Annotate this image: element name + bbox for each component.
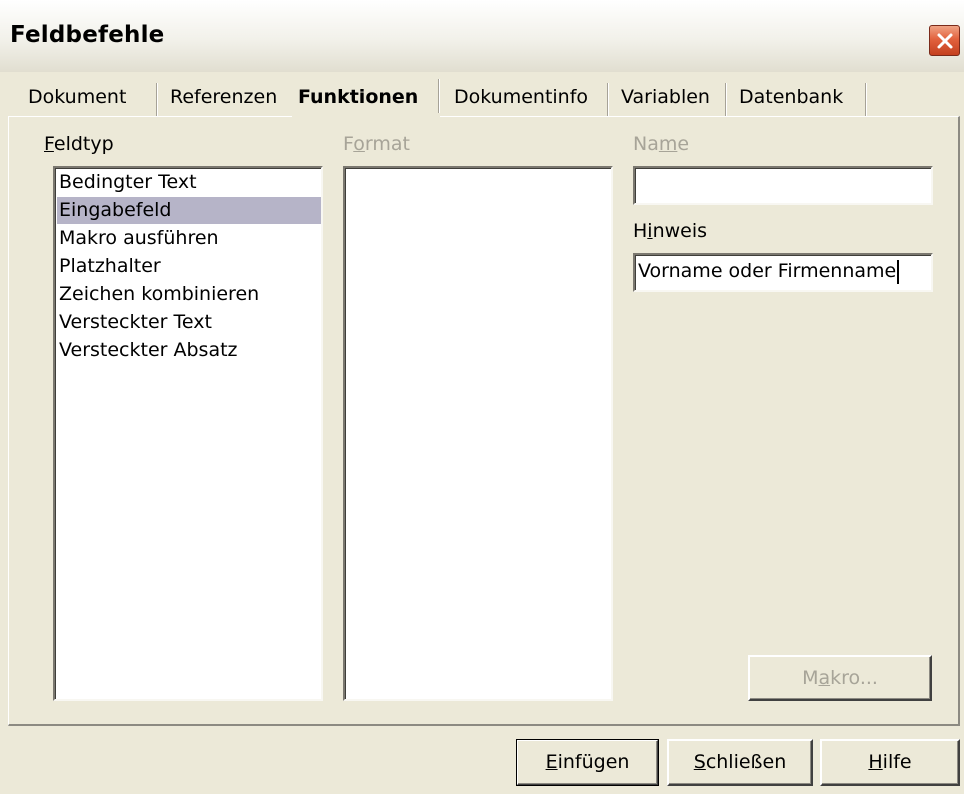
list-item[interactable]: Versteckter Absatz	[57, 337, 321, 364]
format-label: Format	[343, 133, 410, 155]
format-listbox[interactable]	[343, 166, 613, 701]
list-item[interactable]: Eingabefeld	[57, 197, 321, 224]
hinweis-value: Vorname oder Firmenname	[638, 260, 897, 282]
title-bar[interactable]: Feldbefehle	[0, 0, 964, 72]
makro-button[interactable]: Makro...	[748, 655, 932, 701]
tab-label: Referenzen	[170, 86, 278, 108]
list-item[interactable]: Versteckter Text	[57, 309, 321, 336]
tab-label: Variablen	[621, 86, 710, 108]
tab-dokument[interactable]: Dokument	[18, 77, 158, 117]
hinweis-field[interactable]: Vorname oder Firmenname	[633, 253, 933, 292]
tab-dokumentinfo[interactable]: Dokumentinfo	[440, 77, 609, 117]
name-field[interactable]	[633, 166, 933, 205]
text-caret	[897, 259, 900, 284]
feldtyp-listbox[interactable]: Bedingter Text Eingabefeld Makro ausführ…	[53, 166, 323, 701]
tab-referenzen[interactable]: Referenzen	[158, 77, 292, 117]
name-label: Name	[633, 133, 690, 155]
close-icon	[935, 31, 955, 51]
tab-label: Datenbank	[739, 86, 844, 108]
feldtyp-label: Feldtyp	[44, 133, 114, 155]
close-dialog-button[interactable]: Schließen	[667, 739, 813, 786]
close-button[interactable]	[929, 25, 960, 56]
dialog-title: Feldbefehle	[10, 22, 165, 48]
hinweis-label: Hinweis	[633, 220, 708, 242]
tab-variablen[interactable]: Variablen	[609, 77, 727, 117]
list-item[interactable]: Zeichen kombinieren	[57, 281, 321, 308]
tab-datenbank[interactable]: Datenbank	[727, 77, 867, 117]
list-item[interactable]: Makro ausführen	[57, 225, 321, 252]
list-item[interactable]: Bedingter Text	[57, 169, 321, 196]
tab-funktionen[interactable]: Funktionen	[292, 73, 440, 119]
help-button[interactable]: Hilfe	[820, 739, 960, 786]
tab-label: Dokumentinfo	[454, 86, 589, 108]
tab-label: Dokument	[28, 86, 127, 108]
field-commands-dialog: Feldbefehle Dokument Referenzen Funktion…	[0, 0, 964, 794]
tab-label: Funktionen	[298, 86, 419, 108]
list-item[interactable]: Platzhalter	[57, 253, 321, 280]
insert-button[interactable]: Einfügen	[516, 739, 659, 786]
